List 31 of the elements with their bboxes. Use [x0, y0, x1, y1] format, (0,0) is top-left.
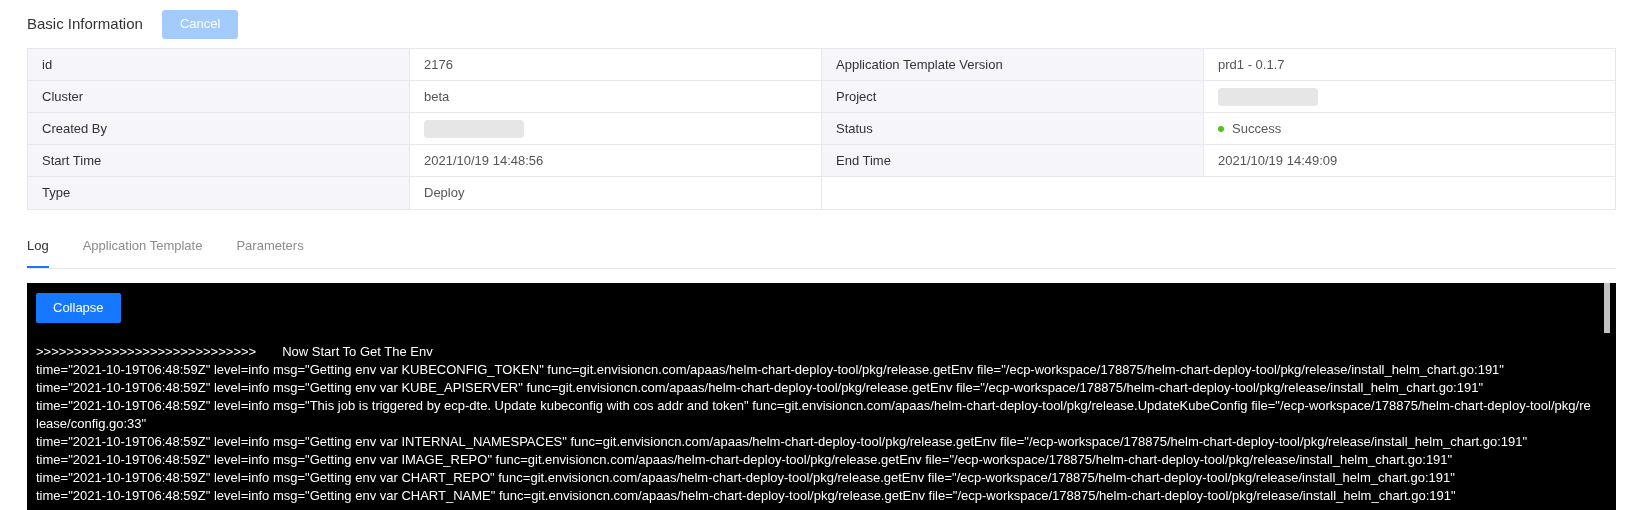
field-label: id	[42, 55, 53, 74]
field-value: 2021/10/19 14:48:56	[424, 151, 544, 170]
collapse-button[interactable]: Collapse	[36, 292, 121, 323]
log-line: time="2021-10-19T06:48:59Z" level=info msg="This job is triggered by ecp-dte. Update kubeconfig with cos addr and token" func=git.envisioncn.com/apaas/helm-chart-deploy-tool/pkg/release.UpdateKubeConfig file="/ecp-workspace/178875/helm-chart-deploy-tool/pkg/release/config.go:33"	[36, 396, 1592, 433]
field-label: Cluster	[42, 87, 84, 106]
log-banner-text: Now Start To Get The Env	[282, 342, 433, 361]
tab[interactable]: Application Template	[82, 236, 203, 268]
log-line: time="2021-10-19T06:48:59Z" level=info msg="Getting env var KUBE_APISERVER" func=git.envisioncn.com/apaas/helm-chart-deploy-tool/pkg/release.getEnv file="/ecp-workspace/178875/helm-chart-deploy-tool/pkg/release/install_helm_chart.go:191"	[36, 378, 1485, 397]
log-line: time="2021-10-19T06:48:59Z" level=info msg="Getting env var IMAGE_REPO" func=git.envisioncn.com/apaas/helm-chart-deploy-tool/pkg/release.getEnv file="/ecp-workspace/178875/helm-chart-deploy-tool/pkg/release/install_helm_chart.go:191"	[36, 450, 1454, 469]
status-text: Success	[1232, 119, 1282, 138]
field-label: Created By	[42, 119, 108, 138]
log-line: time="2021-10-19T06:48:59Z" level=info msg="Getting env var CHART_REPO" func=git.envisioncn.com/apaas/helm-chart-deploy-tool/pkg/release.getEnv file="/ecp-workspace/178875/helm-chart-deploy-tool/pkg/release/install_helm_chart.go:191"	[36, 468, 1456, 487]
field-label: Status	[836, 119, 873, 138]
log-line: time="2021-10-19T06:48:59Z" level=info msg="Getting env var INTERNAL_NAMESPACES" func=git.envisioncn.com/apaas/helm-chart-deploy-tool/pkg/release.getEnv file="/ecp-workspace/178875/helm-chart-deploy-tool/pkg/release/install_helm_chart.go:191"	[36, 432, 1529, 451]
tab[interactable]: Parameters	[236, 236, 304, 268]
field-value: 2176	[424, 55, 453, 74]
field-value: beta	[424, 87, 450, 106]
field-label: Application Template Version	[836, 55, 1003, 74]
field-label: Type	[42, 184, 71, 203]
section-title: Basic Information	[27, 13, 143, 34]
log-line: time="2021-10-19T06:48:59Z" level=info msg="Getting env var CHART_NAME" func=git.envisioncn.com/apaas/helm-chart-deploy-tool/pkg/release.getEnv file="/ecp-workspace/178875/helm-chart-deploy-tool/pkg/release/install_helm_chart.go:191"	[36, 486, 1457, 505]
log-line: time="2021-10-19T06:48:59Z" level=info msg="Getting env var KUBECONFIG_TOKEN" func=git.envisioncn.com/apaas/helm-chart-deploy-tool/pkg/release.getEnv file="/ecp-workspace/178875/helm-chart-deploy-tool/pkg/release/install_helm_chart.go:191"	[36, 360, 1505, 379]
field-value: 2021/10/19 14:49:09	[1218, 151, 1338, 170]
field-value: prd1 - 0.1.7	[1218, 55, 1285, 74]
field-label: End Time	[836, 151, 891, 170]
scrollbar-thumb	[1604, 282, 1610, 333]
field-label: Project	[836, 87, 877, 106]
log-banner-arrows: >>>>>>>>>>>>>>>>>>>>>>>>>>>>>	[36, 342, 257, 361]
field-label: Start Time	[42, 151, 102, 170]
field-value: Deploy	[424, 184, 465, 203]
tab[interactable]: Log	[27, 236, 49, 268]
